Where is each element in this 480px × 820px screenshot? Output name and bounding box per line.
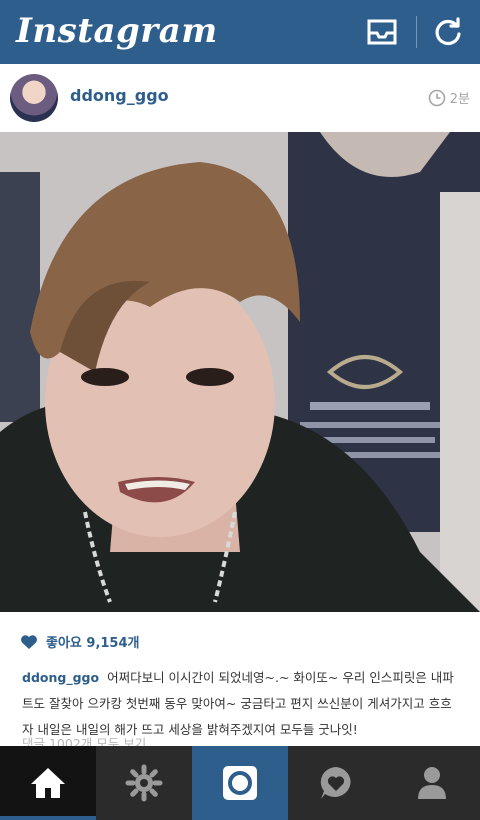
post-header: ddong_ggo 2분 — [0, 64, 480, 132]
tab-profile[interactable] — [384, 746, 480, 820]
profile-icon — [418, 767, 446, 799]
photo-image — [0, 132, 480, 612]
post-username[interactable]: ddong_ggo — [70, 86, 169, 105]
post-caption: ddong_ggo 어쩌다보니 이시간이 되었네영~.~ 화이또~ 우리 인스피… — [22, 665, 462, 743]
likes-row: 좋아요 9,154개 — [20, 632, 140, 651]
app-logo: Instagram — [16, 11, 218, 51]
top-bar: Instagram — [0, 0, 480, 64]
tab-activity[interactable] — [288, 746, 384, 820]
post-photo[interactable] — [0, 132, 480, 612]
explore-icon — [125, 764, 163, 802]
inbox-button[interactable] — [360, 10, 404, 54]
camera-icon — [223, 766, 257, 800]
timestamp: 2분 — [449, 92, 470, 107]
bottom-tab-bar — [0, 746, 480, 820]
home-icon — [31, 768, 65, 798]
caption-username[interactable]: ddong_ggo — [22, 670, 99, 685]
activity-icon — [320, 767, 351, 799]
topbar-divider — [416, 16, 417, 48]
avatar[interactable] — [10, 74, 58, 122]
tab-home[interactable] — [0, 746, 96, 820]
heart-icon[interactable] — [20, 634, 38, 650]
tab-camera[interactable] — [192, 746, 288, 820]
post-time: 2분 — [428, 88, 470, 107]
refresh-icon — [435, 17, 461, 46]
refresh-button[interactable] — [426, 10, 470, 54]
clock-icon — [428, 89, 446, 106]
inbox-icon — [367, 19, 397, 45]
likes-count[interactable]: 좋아요 9,154개 — [46, 632, 140, 651]
tab-explore[interactable] — [96, 746, 192, 820]
